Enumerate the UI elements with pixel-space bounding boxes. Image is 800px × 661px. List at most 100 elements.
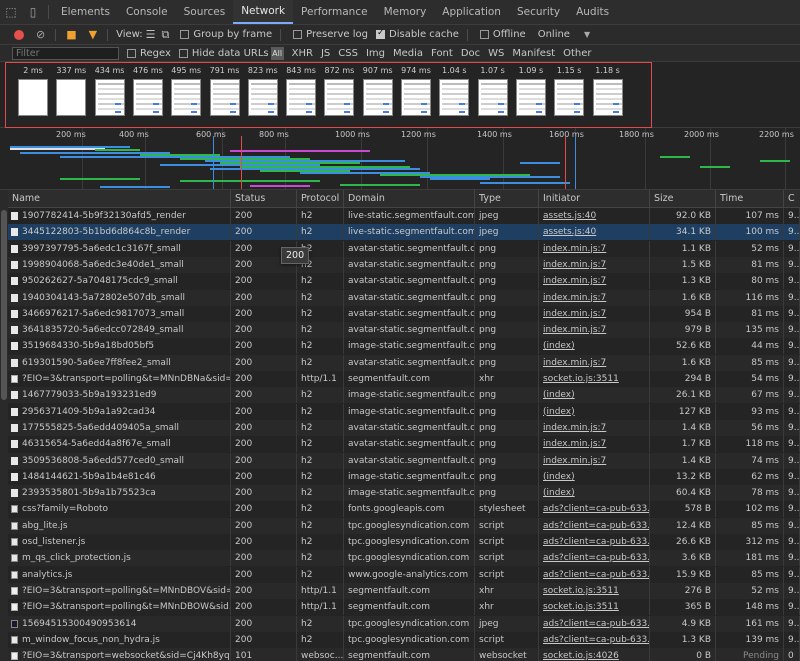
table-row[interactable]: css?family=Roboto 200 h2 fonts.googleapis.c…: [0, 501, 800, 518]
filmstrip-frame[interactable]: 1.18 s: [589, 66, 627, 116]
filter-type-ws[interactable]: WS: [488, 48, 504, 59]
request-initiator[interactable]: ads?client=ca-pub-633...: [539, 550, 650, 567]
offline-checkbox[interactable]: [479, 30, 489, 39]
filter-type-img[interactable]: Img: [366, 48, 385, 59]
filmstrip-frame[interactable]: 907 ms: [359, 66, 397, 116]
frame-thumbnail[interactable]: [554, 79, 585, 116]
hide-data-urls-checkbox[interactable]: [178, 48, 188, 58]
clear-icon[interactable]: ⊘: [36, 28, 45, 41]
filter-type-css[interactable]: CSS: [338, 48, 358, 59]
request-initiator[interactable]: (index): [539, 387, 650, 404]
table-row[interactable]: abg_lite.js 200 h2 tpc.googlesyndication.co…: [0, 517, 800, 534]
filter-type-doc[interactable]: Doc: [461, 48, 480, 59]
disable-cache-checkbox[interactable]: [376, 28, 385, 39]
request-initiator[interactable]: ads?client=ca-pub-633...: [539, 615, 650, 632]
request-initiator[interactable]: assets.js:40: [539, 208, 650, 224]
filmstrip-frame[interactable]: 434 ms: [91, 66, 129, 116]
table-row[interactable]: 1907782414-5b9f32130afd5_render 200 h2 live…: [0, 208, 800, 224]
request-initiator[interactable]: index.min.js:7: [539, 289, 650, 306]
request-initiator[interactable]: socket.io.js:3511: [539, 582, 650, 599]
table-row[interactable]: 3997397795-5a6edc1c3167f_small200h2avata…: [0, 240, 800, 257]
request-initiator[interactable]: index.min.js:7: [539, 354, 650, 371]
filmstrip-frame[interactable]: 2 ms: [14, 66, 52, 116]
filter-type-font[interactable]: Font: [431, 48, 453, 59]
column-header-connection[interactable]: C: [784, 190, 800, 208]
filmstrip-frame[interactable]: 476 ms: [129, 66, 167, 116]
group-by-frame-checkbox[interactable]: [180, 30, 190, 39]
filmstrip-frame[interactable]: 974 ms: [397, 66, 435, 116]
table-row[interactable]: 950262627-5a7048175cdc9_small 200 h2 avatar…: [0, 273, 800, 290]
table-row[interactable]: ?EIO=3&transport=websocket&sid=Cj4Kh8yq2…: [0, 648, 800, 661]
scrollbar-thumb[interactable]: [1, 210, 7, 400]
request-initiator[interactable]: ads?client=ca-pub-633...: [539, 566, 650, 583]
request-initiator[interactable]: index.min.js:7: [539, 452, 650, 469]
frame-thumbnail[interactable]: [515, 79, 546, 116]
filter-all-button[interactable]: All: [270, 46, 284, 60]
table-row[interactable]: 3509536808-5a6edd577ced0_small 200 h2 avata…: [0, 452, 800, 469]
table-row[interactable]: 2956371409-5b9a1a92cad34 200 h2 image-stati…: [0, 403, 800, 420]
request-initiator[interactable]: (index): [539, 485, 650, 502]
tab-console[interactable]: Console: [118, 0, 176, 24]
tab-security[interactable]: Security: [509, 0, 568, 24]
table-row[interactable]: m_qs_click_protection.js 200 h2 tpc.googles…: [0, 550, 800, 567]
tab-network[interactable]: Network: [233, 0, 294, 24]
request-initiator[interactable]: ads?client=ca-pub-633...: [539, 534, 650, 550]
frame-thumbnail[interactable]: [94, 79, 125, 116]
frame-thumbnail[interactable]: [439, 79, 470, 116]
request-initiator[interactable]: (index): [539, 338, 650, 355]
filmstrip-frame[interactable]: 337 ms: [52, 66, 90, 116]
request-initiator[interactable]: (index): [539, 403, 650, 420]
table-row[interactable]: 1484144621-5b9a1b4e81c46 200 h2 image-stati…: [0, 468, 800, 485]
filter-type-manifest[interactable]: Manifest: [512, 48, 555, 59]
filter-icon[interactable]: ▼: [89, 28, 97, 41]
column-header-time[interactable]: Time: [716, 190, 784, 208]
frame-thumbnail[interactable]: [132, 79, 163, 116]
request-initiator[interactable]: index.min.js:7: [539, 419, 650, 436]
filmstrip-frame[interactable]: 1.15 s: [550, 66, 588, 116]
filmstrip-frame[interactable]: 1.07 s: [474, 66, 512, 116]
preserve-log-checkbox[interactable]: [293, 30, 303, 39]
filter-input[interactable]: [12, 46, 119, 60]
table-row[interactable]: 619301590-5a6ee7ff8fee2_small 200 h2 avatar…: [0, 354, 800, 371]
filter-type-js[interactable]: JS: [321, 48, 330, 59]
frame-thumbnail[interactable]: [324, 79, 355, 116]
request-initiator[interactable]: ads?client=ca-pub-633...: [539, 517, 650, 534]
table-row[interactable]: m_window_focus_non_hydra.js 200 h2 tpc.goog…: [0, 631, 800, 648]
column-header-type[interactable]: Type: [475, 190, 539, 208]
table-row[interactable]: 2393535801-5b9a1b75523ca 200 h2 image-stati…: [0, 485, 800, 502]
device-toolbar-icon[interactable]: ▯: [22, 0, 44, 24]
table-row[interactable]: 15694515300490953614 200 h2 tpc.googlesyndi…: [0, 615, 800, 632]
request-initiator[interactable]: ads?client=ca-pub-633...: [539, 501, 650, 518]
table-row[interactable]: ?EIO=3&transport=polling&t=MNnDBOV&sid=.…: [0, 582, 800, 599]
table-row[interactable]: ?EIO=3&transport=polling&t=MNnDBNa&sid=.…: [0, 371, 800, 387]
table-row[interactable]: 177555825-5a6edd409405a_small 200 h2 avatar…: [0, 419, 800, 436]
tab-memory[interactable]: Memory: [376, 0, 435, 24]
vertical-scrollbar[interactable]: [0, 190, 8, 661]
column-header-domain[interactable]: Domain: [344, 190, 475, 208]
frame-thumbnail[interactable]: [401, 79, 431, 116]
chevron-down-icon[interactable]: ▼: [584, 30, 590, 39]
table-row[interactable]: 3445122803-5b1bd6d864c8b_render 200 h2 live…: [0, 224, 800, 241]
request-initiator[interactable]: index.min.js:7: [539, 273, 650, 290]
column-header-status[interactable]: Status: [231, 190, 297, 208]
frame-thumbnail[interactable]: [18, 79, 48, 116]
network-overview-timeline[interactable]: 200 ms 400 ms 600 ms 800 ms 1000 ms 1200 ms 14…: [0, 128, 800, 190]
tab-sources[interactable]: Sources: [176, 0, 234, 24]
table-row[interactable]: 1940304143-5a72802e507db_small 200 h2 avata…: [0, 289, 800, 306]
filter-type-media[interactable]: Media: [393, 48, 423, 59]
request-initiator[interactable]: socket.io.js:4026: [539, 648, 650, 661]
frame-thumbnail[interactable]: [247, 79, 278, 116]
frame-thumbnail[interactable]: [286, 79, 317, 116]
tab-application[interactable]: Application: [434, 0, 509, 24]
frame-thumbnail[interactable]: [209, 79, 240, 116]
filter-type-other[interactable]: Other: [563, 48, 591, 59]
table-row[interactable]: 46315654-5a6edd4a8f67e_small 200 h2 avatar-…: [0, 436, 800, 453]
tab-audits[interactable]: Audits: [568, 0, 617, 24]
request-initiator[interactable]: index.min.js:7: [539, 322, 650, 339]
table-row[interactable]: 3519684330-5b9a18bd05bf5 200 h2 image-stati…: [0, 338, 800, 355]
throttling-select[interactable]: Online: [538, 29, 570, 40]
table-row[interactable]: 3641835720-5a6edcc072849_small 200 h2 avata…: [0, 322, 800, 339]
request-initiator[interactable]: index.min.js:7: [539, 256, 650, 273]
request-initiator[interactable]: socket.io.js:3511: [539, 599, 650, 616]
frame-thumbnail[interactable]: [56, 79, 87, 116]
